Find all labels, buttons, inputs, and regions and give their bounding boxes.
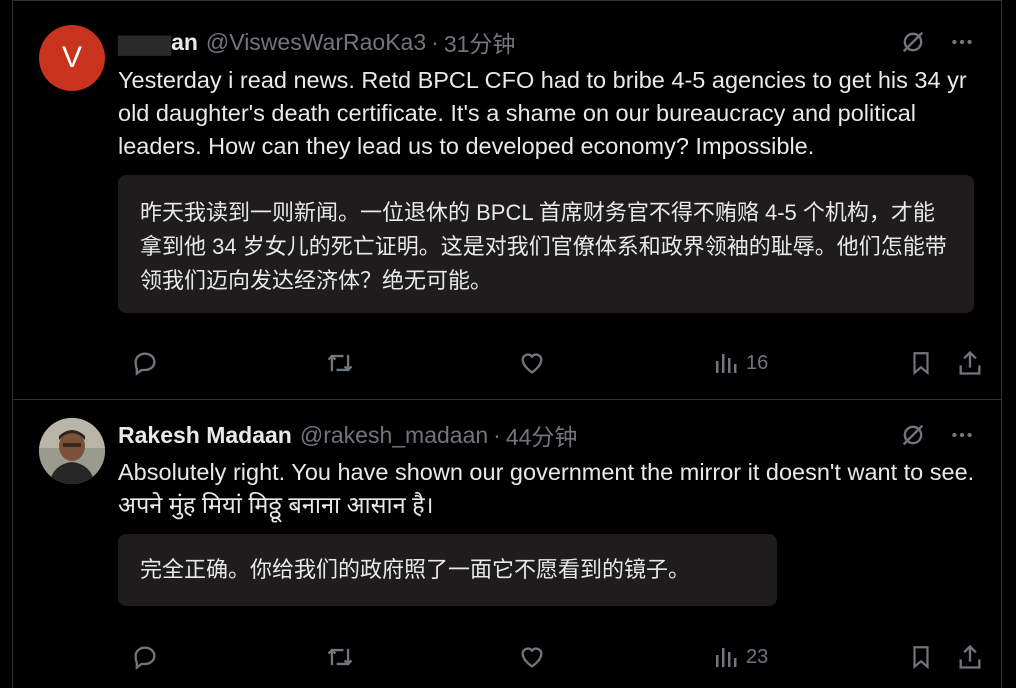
like-button[interactable] [518, 639, 546, 675]
views-button[interactable]: 16 [714, 345, 768, 381]
avatar[interactable] [39, 418, 105, 484]
retweet-icon [327, 354, 353, 372]
retweet-icon [327, 648, 353, 666]
separator-dot: · [431, 28, 439, 55]
user-handle[interactable]: @rakesh_madaan [300, 422, 488, 449]
display-name[interactable]: an [171, 29, 198, 56]
separator-dot: · [493, 421, 501, 448]
more-icon[interactable] [949, 29, 975, 55]
views-icon [716, 648, 737, 667]
share-icon [959, 644, 981, 669]
tweet[interactable]: V ▆▆▆ an @ViswesWarRaoKa3 · 31分钟 Yesterd… [13, 0, 1001, 400]
bookmark-icon [913, 646, 929, 670]
user-handle[interactable]: @ViswesWarRaoKa3 [206, 29, 426, 56]
tweet[interactable]: Rakesh Madaan @rakesh_madaan · 44分钟 Abso… [13, 399, 1001, 688]
share-icon [959, 350, 981, 375]
more-icon[interactable] [949, 422, 975, 448]
eye-slash-icon[interactable] [899, 421, 927, 449]
retweet-button[interactable] [325, 345, 355, 381]
translation-box: 完全正确。你给我们的政府照了一面它不愿看到的镜子。 [118, 534, 777, 606]
views-button[interactable]: 23 [714, 639, 768, 675]
tweet-text: Absolutely right. You have shown our gov… [118, 459, 975, 518]
display-name[interactable]: Rakesh Madaan [118, 422, 292, 449]
views-count: 16 [746, 351, 769, 374]
reply-icon [134, 352, 156, 376]
reply-button[interactable] [131, 345, 159, 381]
retweet-button[interactable] [325, 639, 355, 675]
timeline: V ▆▆▆ an @ViswesWarRaoKa3 · 31分钟 Yesterd… [12, 0, 1002, 688]
translation-box: 昨天我读到一则新闻。一位退休的 BPCL 首席财务官不得不贿赂 4-5 个机构，… [118, 175, 974, 313]
share-button[interactable] [956, 345, 984, 381]
avatar-letter: V [61, 41, 82, 74]
bookmark-button[interactable] [908, 639, 934, 675]
reply-button[interactable] [131, 639, 159, 675]
views-count: 23 [746, 645, 769, 668]
like-button[interactable] [518, 345, 546, 381]
header-actions [899, 27, 975, 57]
like-icon [521, 353, 543, 374]
eye-slash-icon[interactable] [899, 28, 927, 56]
views-icon [716, 354, 737, 373]
bookmark-icon [913, 352, 929, 376]
blurred-name-prefix: ▆▆▆ [118, 28, 172, 55]
timestamp[interactable]: 31分钟 [444, 25, 516, 59]
like-icon [521, 647, 543, 668]
action-bar: 16 [118, 345, 981, 381]
tweet-header: ▆▆▆ an @ViswesWarRaoKa3 · 31分钟 [118, 25, 516, 59]
timestamp[interactable]: 44分钟 [506, 418, 578, 452]
header-actions [899, 420, 975, 450]
share-button[interactable] [956, 639, 984, 675]
bookmark-button[interactable] [908, 345, 934, 381]
reply-icon [134, 646, 156, 670]
tweet-header: Rakesh Madaan @rakesh_madaan · 44分钟 [118, 418, 578, 452]
tweet-text: Yesterday i read news. Retd BPCL CFO had… [118, 67, 967, 159]
action-bar: 23 [118, 639, 981, 675]
profile-photo [39, 418, 105, 484]
avatar[interactable]: V [39, 25, 105, 91]
